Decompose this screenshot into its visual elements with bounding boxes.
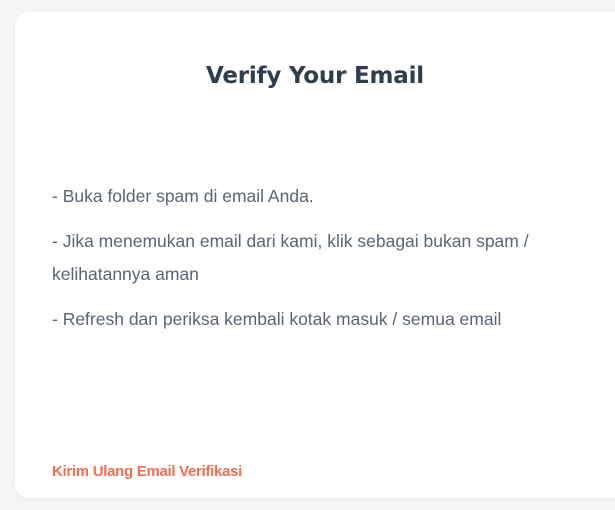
instruction-item: - Refresh dan periksa kembali kotak masu… <box>52 309 502 329</box>
page-title: Verify Your Email <box>205 63 424 89</box>
verify-email-card: Verify Your Email - Buka folder spam di … <box>15 12 615 498</box>
resend-verification-link[interactable]: Kirim Ulang Email Verifikasi <box>52 463 242 480</box>
instruction-item: - Buka folder spam di email Anda. <box>52 186 314 206</box>
instructions-list: - Buka folder spam di email Anda. - Jika… <box>52 180 592 348</box>
instruction-item: - Jika menemukan email dari kami, klik s… <box>52 231 529 284</box>
